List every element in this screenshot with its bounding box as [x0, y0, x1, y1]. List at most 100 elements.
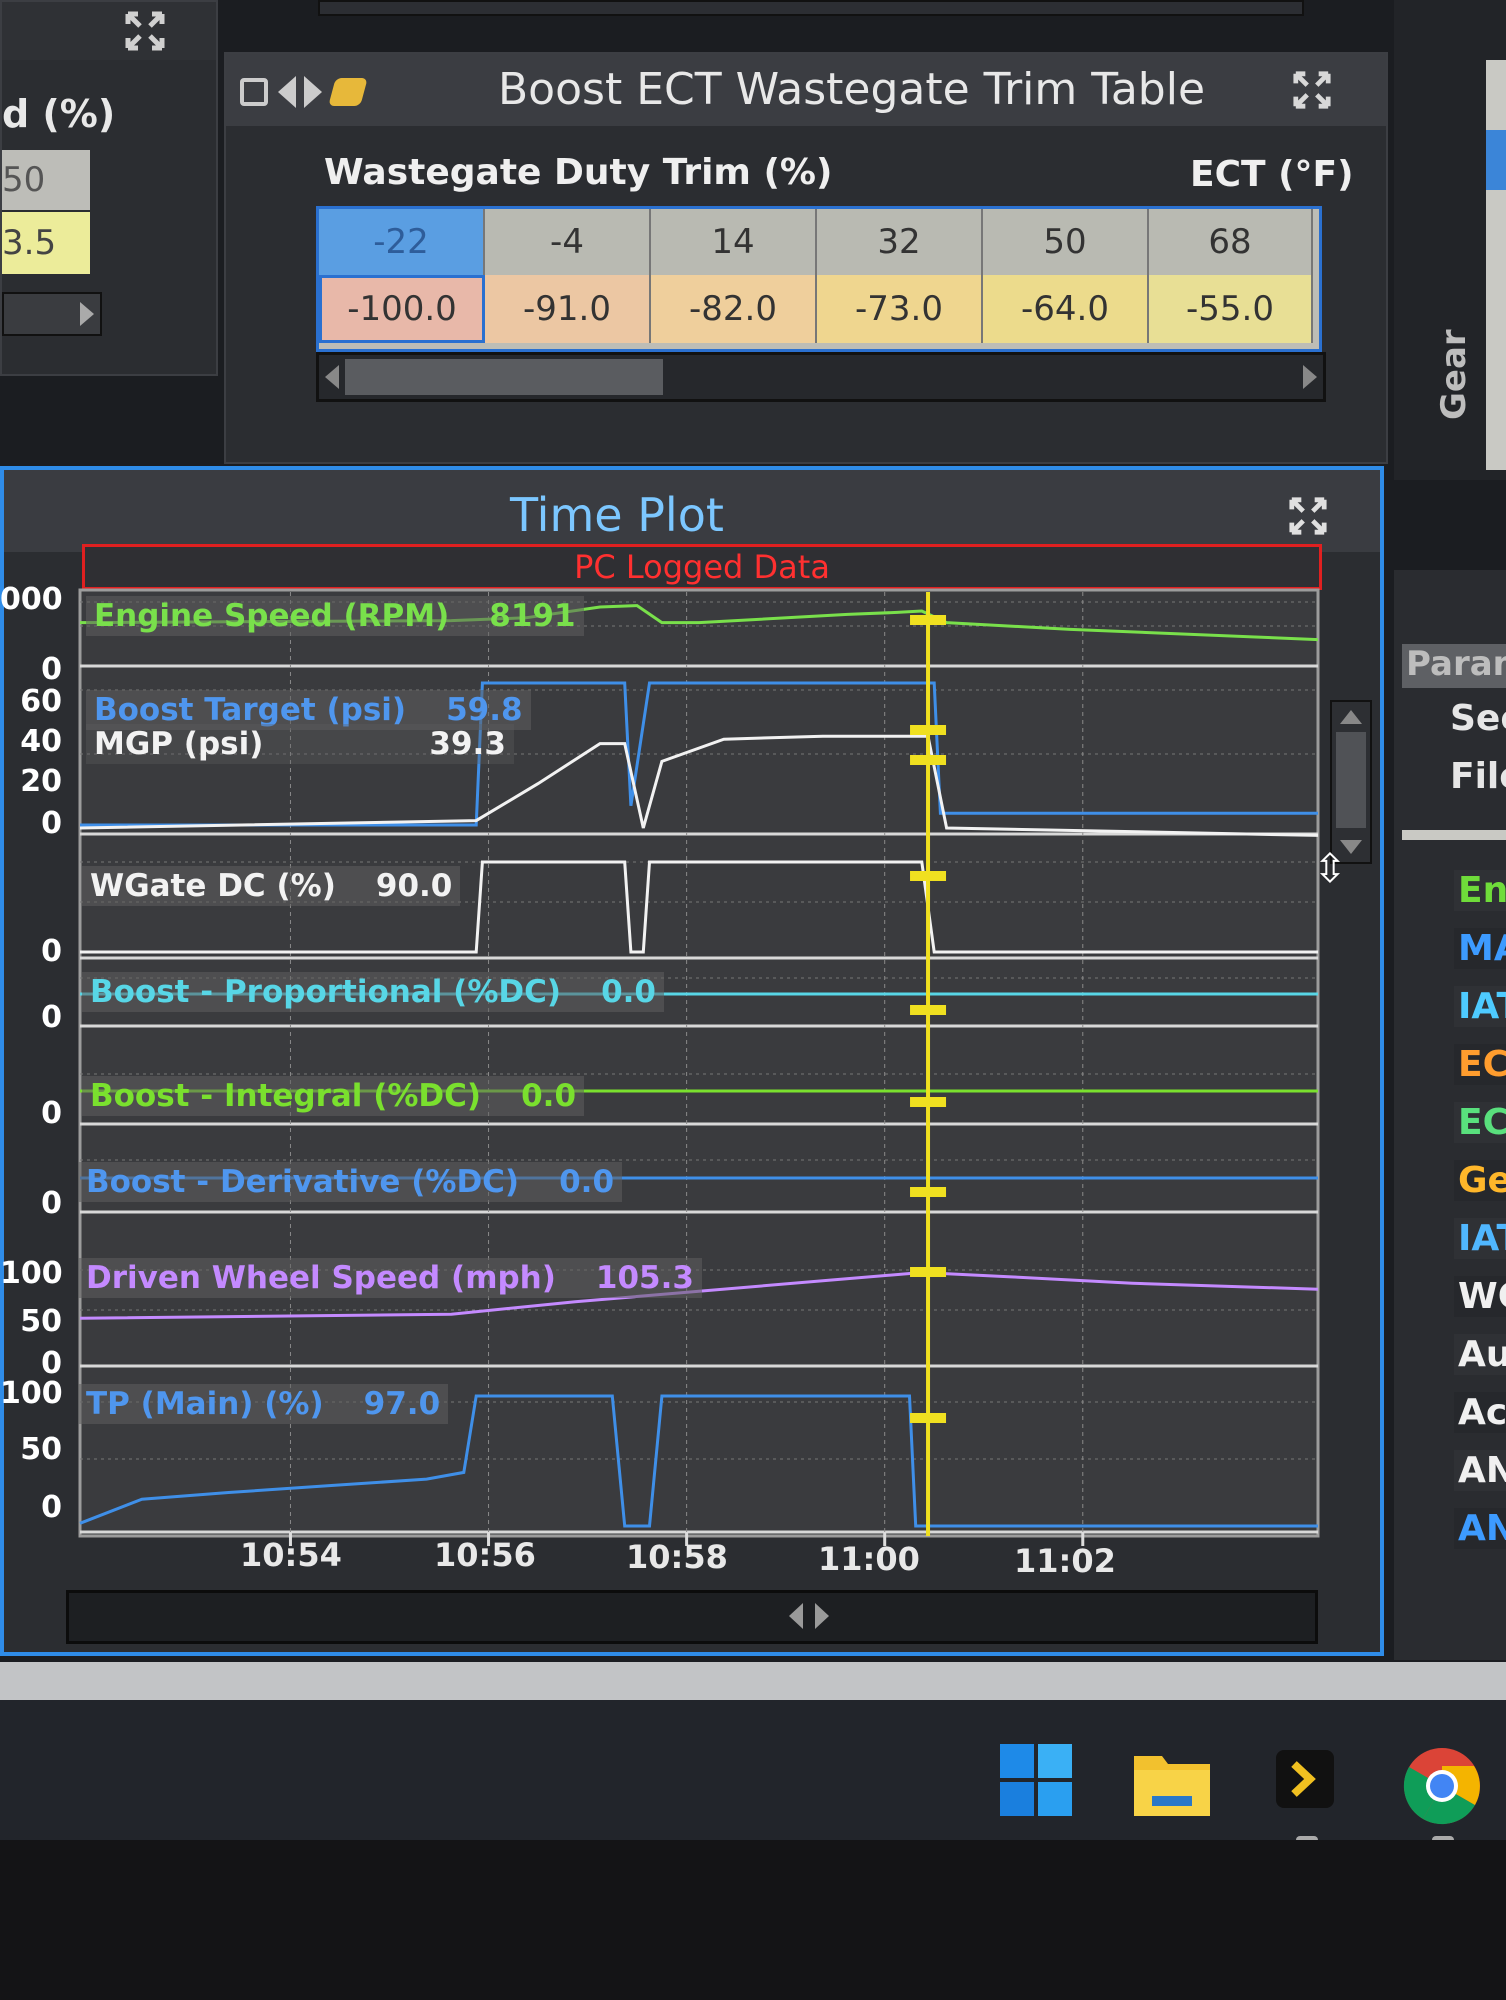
desk-surface: [0, 1840, 1506, 2000]
channel-name: TP (Main) (%): [86, 1386, 324, 1422]
channel-label-boost-derivative: Boost - Derivative (%DC) 0.0: [78, 1162, 623, 1202]
ect-header-cell[interactable]: -4: [485, 209, 651, 275]
scroll-right-icon[interactable]: [815, 1603, 829, 1629]
channel-name: Boost Target (psi): [94, 692, 407, 728]
param-list-item[interactable]: Eng: [1454, 870, 1506, 911]
cursor-marker: [910, 615, 947, 625]
time-plot-title: Time Plot: [510, 488, 724, 542]
channel-value: 59.8: [446, 692, 523, 728]
y-tick: 0: [41, 652, 62, 687]
trim-value-cell[interactable]: -91.0: [485, 275, 651, 343]
channel-value: 39.3: [429, 726, 506, 762]
expand-icon[interactable]: [1288, 496, 1328, 536]
left-panel-scrollbar[interactable]: [2, 292, 102, 336]
ect-header-cell[interactable]: 50: [983, 209, 1149, 275]
param-list-item[interactable]: MA: [1454, 928, 1506, 969]
scroll-right-icon[interactable]: [80, 302, 94, 326]
x-tick: 10:56: [434, 1536, 536, 1574]
params-sec-item[interactable]: Sec: [1450, 698, 1506, 739]
y-tick: 50: [20, 1432, 62, 1467]
ect-header-cell[interactable]: 14: [651, 209, 817, 275]
chrome-icon[interactable]: [1402, 1746, 1482, 1826]
scroll-left-icon[interactable]: [789, 1603, 803, 1629]
channel-label-mgp: MGP (psi) 39.3: [86, 724, 514, 764]
cursor-marker: [910, 1097, 947, 1107]
channel-label-driven-wheel-speed: Driven Wheel Speed (mph) 105.3: [78, 1258, 702, 1298]
channel-label-tp-main: TP (Main) (%) 97.0: [78, 1384, 449, 1424]
channel-label-boost-integral: Boost - Integral (%DC) 0.0: [82, 1076, 585, 1116]
channel-value: 97.0: [363, 1386, 441, 1422]
param-list-item[interactable]: ECT: [1454, 1102, 1506, 1143]
y-tick: 0: [41, 1186, 62, 1221]
ect-header-cell[interactable]: 68: [1149, 209, 1313, 275]
arrow-right-icon[interactable]: [304, 76, 322, 108]
channel-name: Boost - Derivative (%DC): [86, 1164, 520, 1200]
cursor-marker: [910, 871, 947, 881]
y-tick: 60: [20, 684, 62, 719]
expand-icon[interactable]: [1292, 70, 1332, 110]
params-divider: [1402, 830, 1506, 840]
ect-header-cell[interactable]: -22: [319, 209, 485, 275]
channel-name: Engine Speed (RPM): [94, 598, 450, 634]
scroll-up-icon[interactable]: [1340, 710, 1362, 724]
y-tick: 0: [41, 1490, 62, 1525]
left-panel-value-1: 50: [2, 150, 90, 210]
params-header: Param: [1402, 644, 1506, 688]
expand-icon[interactable]: [124, 10, 166, 52]
trim-value-cell[interactable]: -55.0: [1149, 275, 1313, 343]
y-tick: 0: [41, 1000, 62, 1035]
channel-value: 0.0: [601, 974, 656, 1010]
param-list-item[interactable]: IAT: [1454, 1218, 1506, 1259]
x-tick: 11:00: [818, 1540, 920, 1578]
y-tick: 40: [20, 724, 62, 759]
channel-label-boost-proportional: Boost - Proportional (%DC) 0.0: [82, 972, 664, 1012]
trim-table-scrollbar[interactable]: [316, 352, 1326, 402]
eraser-icon[interactable]: [328, 78, 368, 106]
terminal-icon[interactable]: [1276, 1750, 1334, 1808]
params-file-item[interactable]: File: [1450, 756, 1506, 797]
cursor-marker: [910, 725, 947, 735]
channel-value: 90.0: [375, 868, 453, 904]
x-tick: 10:54: [240, 1536, 342, 1574]
param-list-item[interactable]: AN: [1454, 1508, 1506, 1549]
file-explorer-icon[interactable]: [1132, 1744, 1212, 1818]
row-axis-label: Wastegate Duty Trim (%): [324, 152, 833, 193]
trim-value-cell[interactable]: -82.0: [651, 275, 817, 343]
channel-label-wgate-dc: WGate DC (%) 90.0: [82, 866, 461, 906]
channel-value: 8191: [489, 598, 576, 634]
scrollbar-thumb[interactable]: [1336, 732, 1366, 828]
plot-vertical-scrollbar[interactable]: [1330, 700, 1372, 864]
y-tick: 000: [0, 582, 63, 617]
scroll-left-icon[interactable]: [325, 365, 339, 389]
scroll-right-icon[interactable]: [1303, 365, 1317, 389]
param-list-item[interactable]: IAT: [1454, 986, 1506, 1027]
save-icon[interactable]: [240, 78, 268, 106]
cursor-marker: [910, 1005, 947, 1015]
col-axis-label: ECT (°F): [1190, 154, 1354, 195]
channel-name: Driven Wheel Speed (mph): [86, 1260, 556, 1296]
trim-value-cell[interactable]: -73.0: [817, 275, 983, 343]
trim-table-top-scrollbar[interactable]: [318, 0, 1304, 16]
arrow-left-icon[interactable]: [278, 76, 296, 108]
scrollbar-thumb[interactable]: [345, 359, 663, 395]
param-list-item[interactable]: WG: [1454, 1276, 1506, 1317]
param-list-item[interactable]: Act: [1454, 1392, 1506, 1433]
param-list-item[interactable]: AN: [1454, 1450, 1506, 1491]
channel-name: Boost - Proportional (%DC): [90, 974, 562, 1010]
ect-header-cell[interactable]: 32: [817, 209, 983, 275]
left-partial-panel: d (%) 50 3.5: [0, 0, 218, 376]
channel-label-engine-speed: Engine Speed (RPM) 8191: [86, 596, 584, 636]
right-gear-panel: Gear: [1394, 0, 1506, 480]
cursor-marker: [910, 1267, 947, 1277]
y-tick: 100: [0, 1376, 63, 1411]
time-plot-titlebar: Time Plot: [4, 470, 1380, 552]
windows-start-icon[interactable]: [998, 1742, 1074, 1818]
y-tick: 20: [20, 764, 62, 799]
trim-value-cell[interactable]: -100.0: [319, 275, 485, 343]
param-list-item[interactable]: Gea: [1454, 1160, 1506, 1201]
left-panel-titlebar: [2, 2, 216, 60]
trim-value-cell[interactable]: -64.0: [983, 275, 1149, 343]
param-list-item[interactable]: ECT: [1454, 1044, 1506, 1085]
param-list-item[interactable]: Aux: [1454, 1334, 1506, 1375]
plot-horizontal-scrollbar[interactable]: [66, 1590, 1318, 1644]
